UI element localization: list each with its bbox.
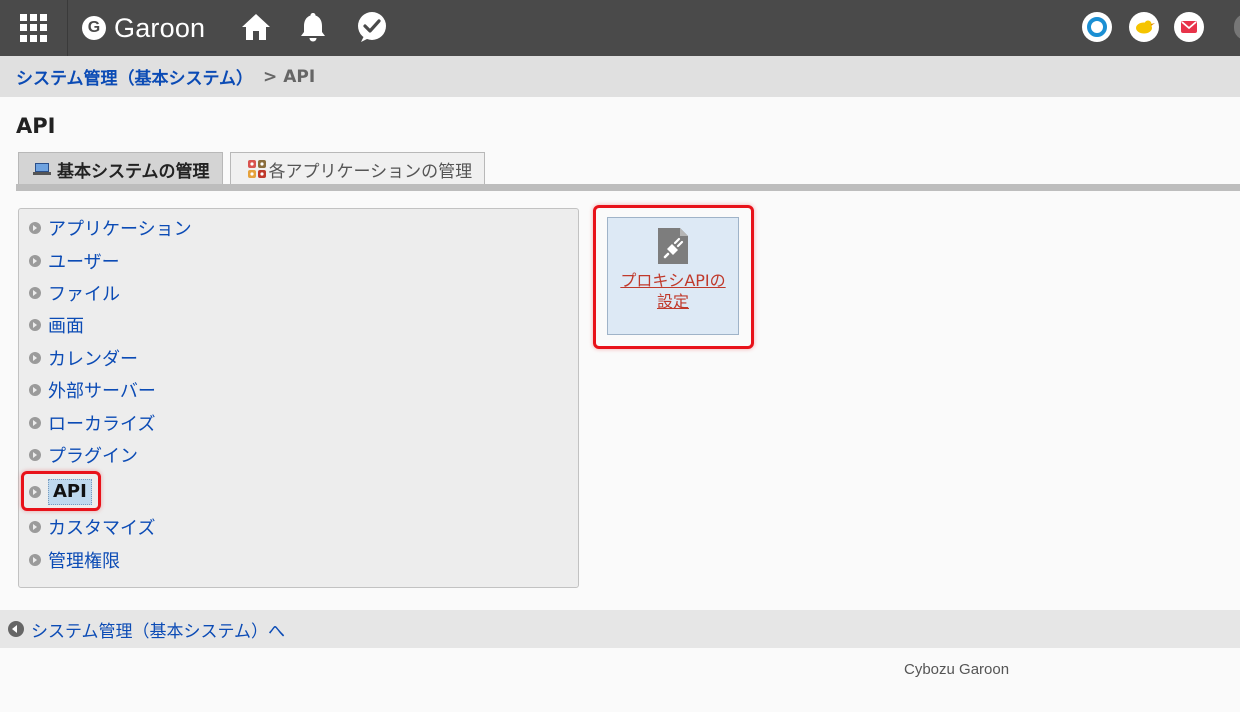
bullet-icon: [29, 384, 41, 396]
bullet-icon: [29, 287, 41, 299]
user-avatar-icon[interactable]: [1234, 14, 1240, 40]
cybozu-circle-icon[interactable]: [1082, 12, 1112, 42]
menu-item-label[interactable]: ユーザー: [48, 248, 120, 274]
bullet-icon: [29, 319, 41, 331]
menu-item-label[interactable]: カレンダー: [48, 345, 138, 371]
bullet-icon: [29, 521, 41, 533]
bullet-icon: [29, 352, 41, 364]
back-to-system-admin-link[interactable]: システム管理（基本システム）へ: [31, 617, 285, 642]
menu-item-label[interactable]: カスタマイズ: [48, 514, 155, 540]
menu-item-label[interactable]: ファイル: [48, 280, 120, 306]
proxy-api-card[interactable]: プロキシAPIの 設定: [607, 217, 739, 335]
page-title: API: [16, 114, 56, 138]
apps-icon: [247, 160, 266, 178]
check-bubble-icon[interactable]: [355, 10, 389, 44]
proxy-api-link-line1[interactable]: プロキシAPIの: [608, 270, 738, 291]
top-header: G Garoon: [0, 0, 1240, 56]
back-arrow-icon[interactable]: [8, 621, 24, 637]
menu-item-label[interactable]: ローカライズ: [48, 410, 155, 436]
tab-divider: [16, 184, 1240, 191]
tab-applications-label: 各アプリケーションの管理: [268, 161, 473, 182]
tab-basic-system[interactable]: 基本システムの管理: [18, 152, 223, 185]
admin-menu-panel: アプリケーション ユーザー ファイル 画面 カレンダー 外部サーバー ローカライ…: [18, 208, 579, 588]
bullet-icon: [29, 222, 41, 234]
footer-copyright: Cybozu Garoon: [904, 661, 1010, 678]
breadcrumb-system-admin-link[interactable]: システム管理（基本システム）: [16, 64, 253, 89]
breadcrumb-separator: >: [262, 66, 278, 87]
menu-item-plugin[interactable]: プラグイン: [29, 442, 138, 468]
menu-item-file[interactable]: ファイル: [29, 280, 120, 306]
home-icon[interactable]: [239, 10, 273, 44]
mail-icon[interactable]: [1174, 12, 1204, 42]
highlight-api-menu: [21, 471, 101, 511]
bullet-icon: [29, 449, 41, 461]
menu-item-label[interactable]: 管理権限: [48, 547, 120, 573]
computer-icon: [33, 163, 51, 175]
bullet-icon: [29, 554, 41, 566]
garoon-logo[interactable]: G Garoon: [82, 12, 205, 44]
menu-item-calendar[interactable]: カレンダー: [29, 345, 138, 371]
menu-item-admin-permissions[interactable]: 管理権限: [29, 547, 120, 573]
menu-item-screen[interactable]: 画面: [29, 312, 84, 338]
apps-grid-icon: [20, 14, 48, 42]
apps-grid-button[interactable]: [0, 0, 68, 56]
menu-item-application[interactable]: アプリケーション: [29, 215, 192, 241]
breadcrumb: システム管理（基本システム） > API: [0, 56, 1240, 97]
menu-item-localize[interactable]: ローカライズ: [29, 410, 155, 436]
tab-basic-system-label: 基本システムの管理: [57, 161, 210, 182]
back-bar: システム管理（基本システム）へ: [0, 610, 1240, 648]
menu-item-label[interactable]: プラグイン: [48, 442, 138, 468]
bullet-icon: [29, 417, 41, 429]
tab-bar: 基本システムの管理 各アプリケーションの管理: [18, 152, 492, 185]
proxy-api-settings-link[interactable]: プロキシAPIの 設定: [608, 270, 738, 312]
tab-applications[interactable]: 各アプリケーションの管理: [229, 152, 486, 185]
bird-icon[interactable]: [1129, 12, 1159, 42]
menu-item-user[interactable]: ユーザー: [29, 248, 120, 274]
logo-text: Garoon: [114, 12, 206, 43]
menu-item-label[interactable]: 外部サーバー: [48, 377, 156, 403]
bell-icon[interactable]: [296, 10, 330, 44]
menu-item-label[interactable]: 画面: [48, 312, 84, 338]
bullet-icon: [29, 255, 41, 267]
breadcrumb-current: API: [283, 66, 316, 87]
menu-item-label[interactable]: アプリケーション: [48, 215, 192, 241]
plug-document-icon: [658, 228, 688, 264]
menu-item-external-server[interactable]: 外部サーバー: [29, 377, 156, 403]
logo-g-icon: G: [82, 16, 106, 40]
menu-item-customize[interactable]: カスタマイズ: [29, 514, 155, 540]
proxy-api-link-line2[interactable]: 設定: [608, 291, 738, 312]
